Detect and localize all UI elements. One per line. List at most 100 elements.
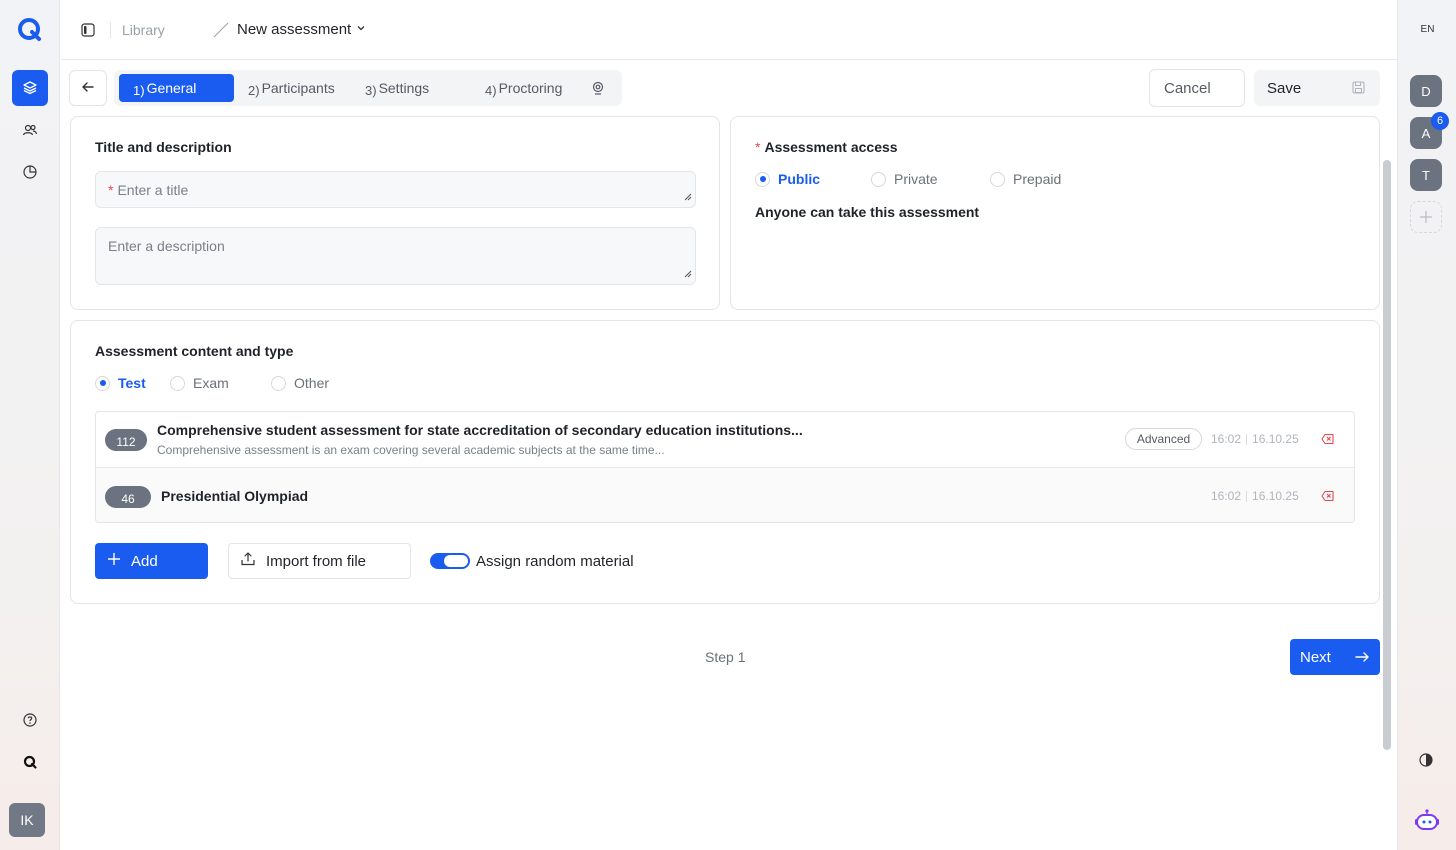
material-time: 16:02 bbox=[1211, 489, 1242, 503]
step-tabs: 1) General 2) Participants 3) Settings 4… bbox=[114, 70, 622, 106]
list-item[interactable]: 112 Comprehensive student assessment for… bbox=[96, 412, 1354, 467]
import-file-button[interactable]: Import from file bbox=[228, 543, 411, 579]
material-title: Comprehensive student assessment for sta… bbox=[157, 422, 803, 438]
radio-label: Public bbox=[778, 171, 821, 187]
radio-label: Private bbox=[894, 171, 938, 187]
list-item[interactable]: 46 Presidential Olympiad 16:02 16.10.25 bbox=[96, 467, 1354, 522]
plus-icon bbox=[107, 552, 121, 570]
access-description: Anyone can take this assessment bbox=[755, 204, 980, 220]
access-title-label: Assessment access bbox=[764, 139, 898, 155]
radio-label: Exam bbox=[193, 375, 229, 391]
back-button[interactable] bbox=[69, 70, 107, 106]
sidebar-toggle-icon[interactable] bbox=[79, 21, 97, 39]
radio-dot bbox=[95, 375, 110, 391]
tab-proctoring[interactable]: 4) Proctoring bbox=[485, 74, 562, 102]
breadcrumb-library[interactable]: Library bbox=[122, 22, 165, 38]
next-label: Next bbox=[1300, 648, 1331, 666]
general-card: Title and description * Enter a title Ent… bbox=[70, 116, 720, 310]
access-section-title: * Assessment access bbox=[755, 139, 898, 155]
access-radio-group: Public Private Prepaid bbox=[755, 171, 1061, 187]
theme-icon[interactable] bbox=[1418, 752, 1434, 771]
resize-handle-icon[interactable] bbox=[684, 188, 692, 204]
arrow-left-icon bbox=[80, 79, 96, 98]
tab-settings[interactable]: 3) Settings bbox=[365, 74, 429, 102]
level-tag: Advanced bbox=[1125, 428, 1202, 450]
tab-label: General bbox=[146, 80, 197, 96]
tab-number: 2) bbox=[248, 82, 260, 98]
divider bbox=[1246, 433, 1248, 445]
users-icon[interactable] bbox=[12, 112, 48, 148]
breadcrumb-current[interactable]: New assessment bbox=[237, 21, 367, 38]
remove-icon[interactable] bbox=[1321, 489, 1335, 506]
remove-icon[interactable] bbox=[1321, 432, 1335, 449]
step-indicator: Step 1 bbox=[705, 649, 746, 665]
brand-icon[interactable] bbox=[12, 744, 48, 780]
access-option-public[interactable]: Public bbox=[755, 171, 871, 187]
assistant-icon[interactable] bbox=[1414, 808, 1440, 837]
material-timestamp: 16:02 16.10.25 bbox=[1211, 432, 1299, 446]
radio-dot bbox=[990, 171, 1005, 187]
user-avatar[interactable]: T bbox=[1410, 159, 1442, 191]
material-time: 16:02 bbox=[1211, 432, 1242, 446]
resize-handle-icon[interactable] bbox=[684, 265, 692, 281]
tab-number: 3) bbox=[365, 82, 377, 98]
notification-badge: 6 bbox=[1431, 112, 1449, 130]
next-button[interactable]: Next bbox=[1290, 639, 1380, 675]
breadcrumb-slash-icon bbox=[211, 20, 231, 43]
radio-dot bbox=[871, 171, 886, 187]
user-avatar[interactable]: D bbox=[1410, 75, 1442, 107]
cancel-button[interactable]: Cancel bbox=[1149, 69, 1245, 107]
type-option-other[interactable]: Other bbox=[271, 375, 329, 391]
tab-label: Participants bbox=[261, 80, 335, 96]
arrow-right-icon bbox=[1354, 649, 1370, 669]
title-placeholder: Enter a title bbox=[117, 182, 189, 198]
description-input[interactable]: Enter a description bbox=[95, 227, 696, 285]
tab-number: 4) bbox=[485, 82, 497, 98]
material-subtitle: Comprehensive assessment is an exam cove… bbox=[157, 443, 665, 457]
toggle-knob bbox=[444, 555, 468, 567]
content-card: Assessment content and type Test Exam Ot… bbox=[70, 320, 1380, 604]
layers-icon[interactable] bbox=[12, 70, 48, 106]
description-placeholder: Enter a description bbox=[108, 238, 225, 254]
add-user-button[interactable] bbox=[1410, 201, 1442, 233]
save-icon bbox=[1351, 80, 1366, 99]
right-rail: EN D A 6 T bbox=[1397, 0, 1456, 850]
divider bbox=[1246, 490, 1248, 502]
random-material-toggle[interactable] bbox=[430, 553, 470, 569]
tab-label: Proctoring bbox=[498, 80, 563, 96]
access-option-prepaid[interactable]: Prepaid bbox=[990, 171, 1061, 187]
breadcrumb-divider bbox=[110, 22, 111, 38]
general-section-title: Title and description bbox=[95, 139, 232, 155]
type-radio-group: Test Exam Other bbox=[95, 375, 329, 391]
tab-participants[interactable]: 2) Participants bbox=[248, 74, 335, 102]
radio-dot bbox=[755, 171, 770, 187]
radio-label: Test bbox=[118, 375, 146, 391]
help-icon[interactable] bbox=[12, 702, 48, 738]
content-section-title: Assessment content and type bbox=[95, 343, 294, 359]
type-option-test[interactable]: Test bbox=[95, 375, 170, 391]
type-option-exam[interactable]: Exam bbox=[170, 375, 271, 391]
add-label: Add bbox=[131, 552, 158, 570]
proctoring-icon bbox=[590, 80, 606, 99]
random-material-label: Assign random material bbox=[476, 553, 634, 570]
chart-icon[interactable] bbox=[12, 154, 48, 190]
scrollbar[interactable] bbox=[1383, 160, 1391, 750]
material-date: 16.10.25 bbox=[1252, 489, 1299, 503]
access-option-private[interactable]: Private bbox=[871, 171, 990, 187]
import-label: Import from file bbox=[266, 552, 367, 570]
required-mark: * bbox=[108, 182, 114, 198]
language-switch[interactable]: EN bbox=[1398, 24, 1456, 35]
radio-label: Prepaid bbox=[1013, 171, 1062, 187]
tab-general[interactable]: 1) General bbox=[119, 74, 234, 102]
access-card: * Assessment access Public Private Prepai… bbox=[730, 116, 1380, 310]
required-mark: * bbox=[755, 139, 761, 155]
breadcrumb-current-label: New assessment bbox=[237, 21, 352, 38]
add-material-button[interactable]: Add bbox=[95, 543, 208, 579]
logo-icon[interactable] bbox=[18, 18, 42, 42]
save-button[interactable]: Save bbox=[1254, 70, 1380, 106]
avatar[interactable]: IK bbox=[9, 803, 45, 837]
tab-label: Settings bbox=[378, 80, 430, 96]
material-date: 16.10.25 bbox=[1252, 432, 1299, 446]
title-input[interactable]: * Enter a title bbox=[95, 171, 696, 208]
material-timestamp: 16:02 16.10.25 bbox=[1211, 489, 1299, 503]
